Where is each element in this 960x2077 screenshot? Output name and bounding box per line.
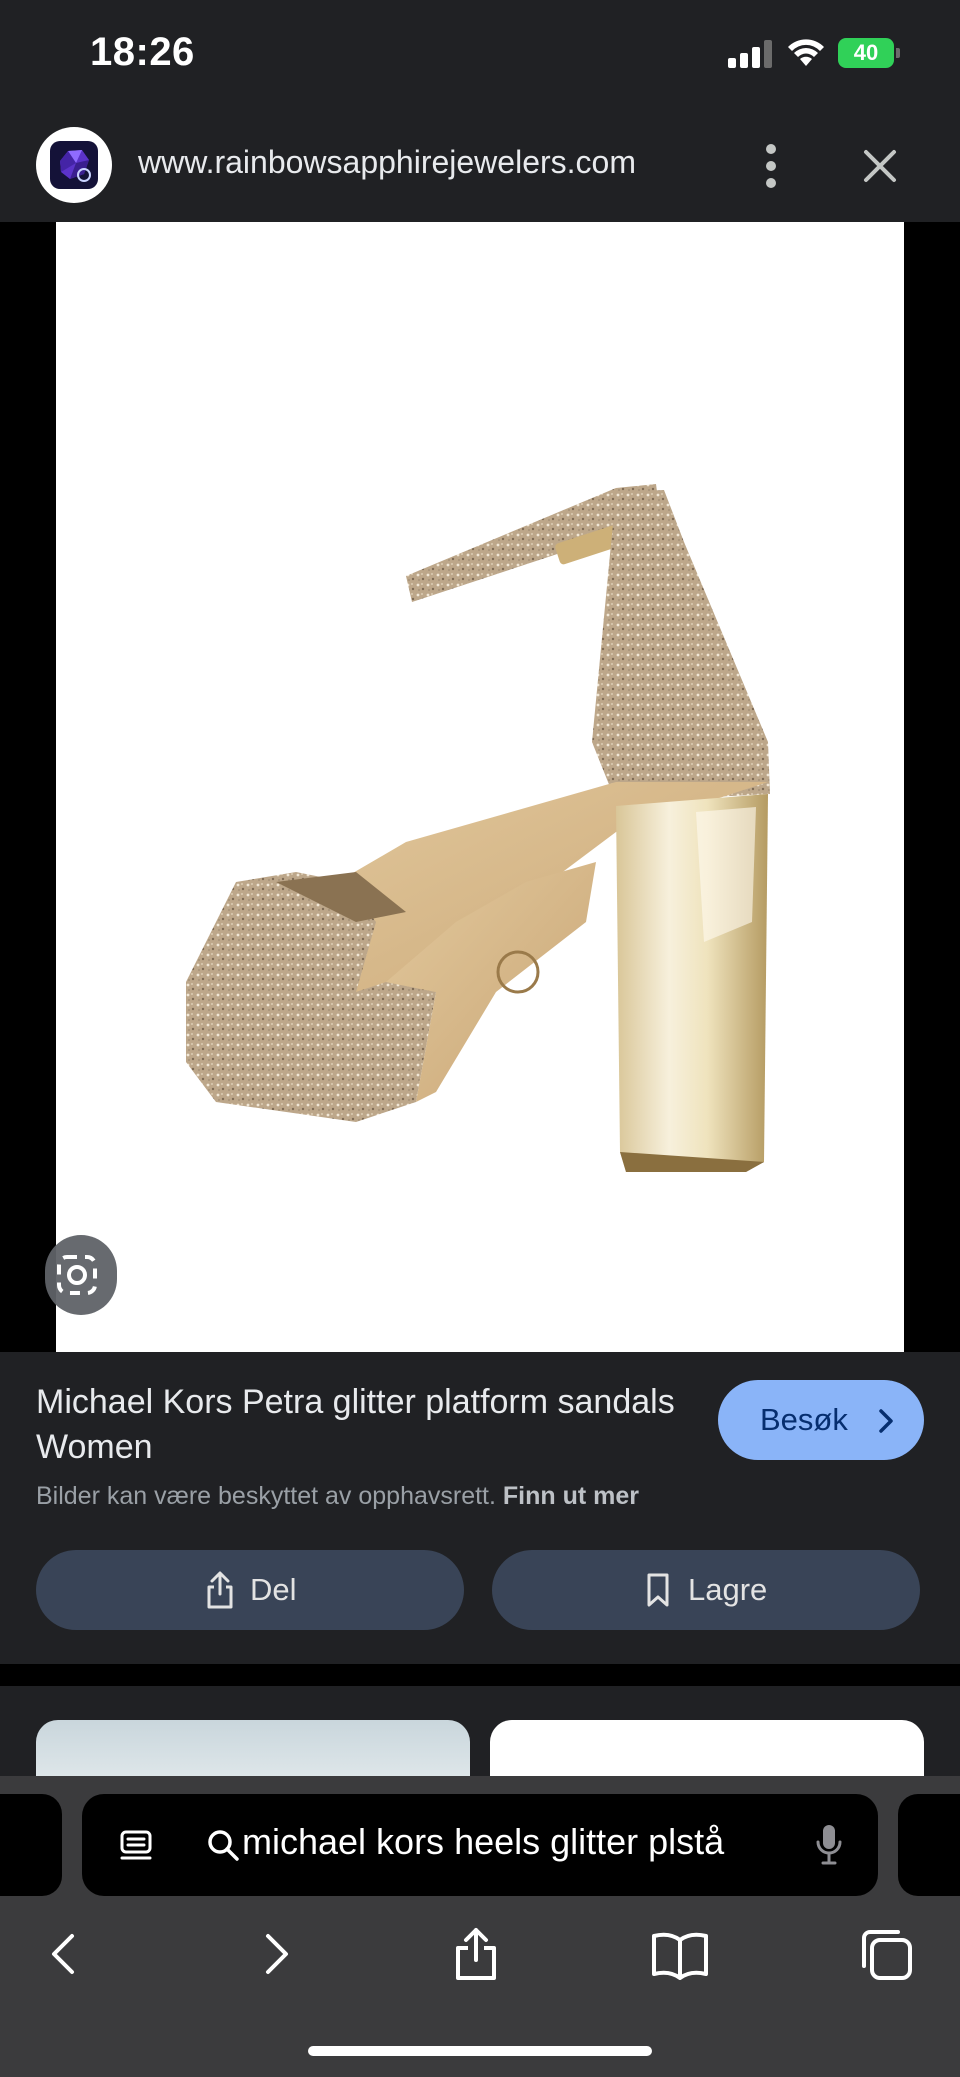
battery-percentage: 40 — [853, 40, 879, 65]
share-button[interactable]: Del — [36, 1550, 464, 1630]
copyright-text: Bilder kan være beskyttet av opphavsrett… — [36, 1482, 496, 1510]
microphone-icon[interactable] — [814, 1822, 844, 1868]
product-title[interactable]: Michael Kors Petra glitter platform sand… — [36, 1380, 676, 1470]
bookmark-icon — [647, 1573, 669, 1607]
search-query[interactable]: michael kors heels glitter plstå — [242, 1821, 802, 1863]
bookmarks-icon[interactable] — [650, 1924, 710, 1984]
related-image-card[interactable] — [36, 1720, 470, 1780]
more-vert-icon[interactable] — [758, 144, 784, 188]
previous-tab-preview[interactable] — [0, 1794, 62, 1896]
share-icon — [207, 1571, 233, 1609]
close-icon[interactable] — [858, 144, 902, 188]
home-indicator[interactable] — [308, 2046, 652, 2056]
save-button[interactable]: Lagre — [492, 1550, 920, 1630]
learn-more-link[interactable]: Finn ut mer — [503, 1482, 639, 1510]
save-button-label: Lagre — [688, 1572, 768, 1607]
chevron-right-icon — [879, 1409, 893, 1433]
copyright-notice: Bilder kan være beskyttet av opphavsrett… — [36, 1482, 639, 1511]
wifi-icon — [788, 39, 824, 66]
status-bar: 18:26 40 — [0, 0, 960, 110]
in-app-browser-header: www.rainbowsapphirejewelers.com — [0, 110, 960, 222]
related-image-card[interactable] — [490, 1720, 924, 1780]
tabs-icon[interactable] — [856, 1924, 916, 1984]
battery-indicator: 40 — [838, 38, 900, 68]
next-tab-preview[interactable] — [898, 1794, 960, 1896]
page-url[interactable]: www.rainbowsapphirejewelers.com — [138, 144, 636, 181]
visit-button[interactable]: Besøk — [718, 1380, 924, 1460]
image-result-panel: Michael Kors Petra glitter platform sand… — [0, 1352, 960, 1664]
share-button-label: Del — [250, 1572, 297, 1607]
cellular-signal-icon — [728, 40, 772, 68]
site-favicon[interactable] — [36, 127, 112, 203]
back-icon[interactable] — [36, 1924, 96, 1984]
glitter-platform-sandal-image[interactable] — [56, 222, 904, 1352]
search-icon — [208, 1830, 239, 1861]
section-divider — [0, 1664, 960, 1686]
address-bar[interactable]: michael kors heels glitter plstå — [82, 1794, 878, 1896]
browser-bottom-bar: michael kors heels glitter plstå — [0, 1776, 960, 2077]
image-viewer — [0, 222, 960, 1352]
visit-button-label: Besøk — [760, 1402, 848, 1437]
related-images — [0, 1686, 960, 1780]
lens-search-icon[interactable] — [45, 1235, 117, 1315]
forward-icon[interactable] — [244, 1924, 304, 1984]
battery-cap — [896, 48, 900, 58]
share-icon[interactable] — [446, 1924, 506, 1984]
clock: 18:26 — [90, 30, 195, 74]
gem-icon — [50, 141, 98, 189]
reader-icon[interactable] — [118, 1828, 154, 1864]
